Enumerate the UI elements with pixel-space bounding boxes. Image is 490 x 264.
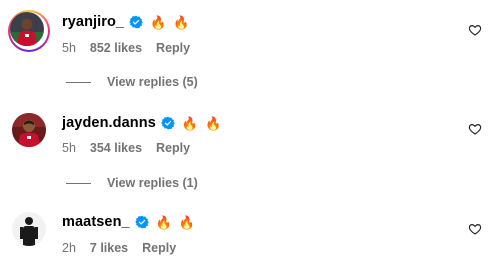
view-replies-label: View replies (5) (107, 75, 198, 89)
fire-emoji-icon: 🔥 (181, 115, 199, 131)
verified-badge-icon (134, 215, 149, 229)
comment-time: 2h (62, 241, 76, 255)
username[interactable]: jayden.danns (62, 115, 156, 131)
reply-button[interactable]: Reply (156, 41, 190, 55)
player-red-kit-avatar-icon (10, 12, 44, 46)
username[interactable]: ryanjiro_ (62, 14, 124, 30)
like-heart-icon[interactable] (468, 222, 482, 236)
like-heart-icon[interactable] (468, 23, 482, 37)
player-red-kit-avatar-icon (12, 113, 46, 147)
view-replies-button[interactable]: View replies (1) (66, 175, 198, 191)
comment-time: 5h (62, 141, 76, 155)
divider (66, 182, 91, 184)
comment-time: 5h (62, 41, 76, 55)
verified-badge-icon (129, 15, 143, 29)
story-ring[interactable] (8, 10, 50, 52)
like-count[interactable]: 852 likes (90, 41, 142, 55)
fire-emoji-icon: 🔥 (205, 115, 222, 131)
avatar[interactable] (12, 113, 46, 147)
like-count[interactable]: 7 likes (90, 241, 128, 255)
reply-button[interactable]: Reply (142, 241, 176, 255)
fire-emoji-icon: 🔥 (155, 214, 172, 230)
divider (66, 81, 91, 83)
silhouette-figure-avatar-icon (12, 212, 46, 246)
reply-button[interactable]: Reply (156, 141, 190, 155)
fire-emoji-icon: 🔥 (178, 214, 196, 230)
fire-emoji-icon: 🔥 (173, 14, 190, 30)
username[interactable]: maatsen_ (62, 214, 130, 230)
view-replies-button[interactable]: View replies (5) (66, 74, 198, 90)
like-count[interactable]: 354 likes (90, 141, 142, 155)
avatar[interactable] (12, 212, 46, 246)
verified-badge-icon (161, 116, 175, 130)
fire-emoji-icon: 🔥 (150, 14, 167, 30)
view-replies-label: View replies (1) (107, 176, 198, 190)
like-heart-icon[interactable] (468, 122, 482, 136)
avatar[interactable] (10, 12, 44, 46)
